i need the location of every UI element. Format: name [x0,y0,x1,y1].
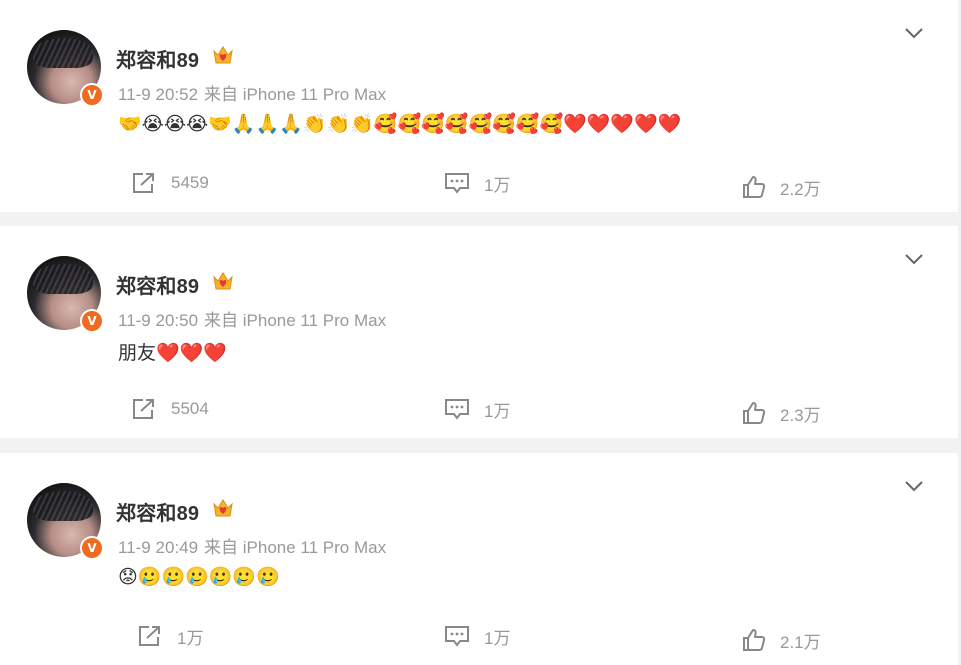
share-icon [133,399,154,419]
crown-heart-icon[interactable] [212,497,234,519]
share-icon [133,173,154,193]
username[interactable]: 郑容和89 [116,44,199,73]
post-actions: 5504 1万 2.3万 [0,392,958,428]
like-count: 2.2万 [780,179,821,199]
comment-icon [445,626,469,647]
share-count: 1万 [177,628,204,648]
post-meta: 11-9 20:52 来自 iPhone 11 Pro Max [118,80,392,105]
share-button[interactable]: 1万 [137,623,203,649]
comment-button[interactable]: 1万 [444,623,510,649]
like-button[interactable]: 2.1万 [742,627,821,653]
chevron-down-icon[interactable] [904,252,924,266]
post-source: 来自 iPhone 11 Pro Max [204,85,387,104]
comment-count: 1万 [484,401,511,421]
thumbs-up-icon [743,629,766,651]
share-count: 5459 [171,173,209,192]
thumbs-up-icon [743,176,766,198]
post-time[interactable]: 11-9 20:49 [118,538,198,557]
post-time[interactable]: 11-9 20:50 [118,311,198,330]
post-actions: 1万 1万 2.1万 [0,619,958,655]
chevron-down-icon[interactable] [904,479,924,493]
verified-badge-icon: V [80,83,104,107]
post-actions: 5459 1万 2.2万 [0,166,958,202]
username[interactable]: 郑容和89 [116,270,199,299]
like-button[interactable]: 2.2万 [742,174,821,200]
comment-count: 1万 [484,175,511,195]
comment-icon [445,399,469,420]
post-card: V 郑容和89 11-9 20:50 来自 iPhone 11 Pro Max 朋… [0,226,958,438]
crown-heart-icon[interactable] [212,44,234,66]
comment-count: 1万 [484,628,511,648]
chevron-down-icon[interactable] [904,26,924,40]
post-source: 来自 iPhone 11 Pro Max [204,538,387,557]
post-card: V 郑容和89 11-9 20:52 来自 iPhone 11 Pro Max 🤝… [0,0,958,212]
like-count: 2.1万 [780,632,821,652]
comment-button[interactable]: 1万 [444,396,510,422]
weibo-feed: V 郑容和89 11-9 20:52 来自 iPhone 11 Pro Max 🤝… [0,0,961,665]
share-button[interactable]: 5459 [131,170,209,196]
share-button[interactable]: 5504 [131,396,209,422]
verified-badge-icon: V [80,309,104,333]
post-content: 🤝😭😭😭🤝🙏🙏🙏👏👏👏🥰🥰🥰🥰🥰🥰🥰🥰❤️❤️❤️❤️❤️ [118,113,682,135]
post-content: 😟🥲🥲🥲🥲🥲🥲 [118,566,280,588]
share-count: 5504 [171,399,209,418]
post-meta: 11-9 20:50 来自 iPhone 11 Pro Max [118,306,392,331]
like-count: 2.3万 [780,405,821,425]
post-meta: 11-9 20:49 来自 iPhone 11 Pro Max [118,533,392,558]
comment-icon [445,173,469,194]
like-button[interactable]: 2.3万 [742,400,821,426]
post-source: 来自 iPhone 11 Pro Max [204,311,387,330]
crown-heart-icon[interactable] [212,270,234,292]
verified-badge-icon: V [80,536,104,560]
share-icon [139,626,160,646]
comment-button[interactable]: 1万 [444,170,510,196]
post-time[interactable]: 11-9 20:52 [118,85,198,104]
post-card: V 郑容和89 11-9 20:49 来自 iPhone 11 Pro Max 😟… [0,453,958,665]
post-content: 朋友❤️❤️❤️ [118,342,227,364]
thumbs-up-icon [743,402,766,424]
username[interactable]: 郑容和89 [116,497,199,526]
